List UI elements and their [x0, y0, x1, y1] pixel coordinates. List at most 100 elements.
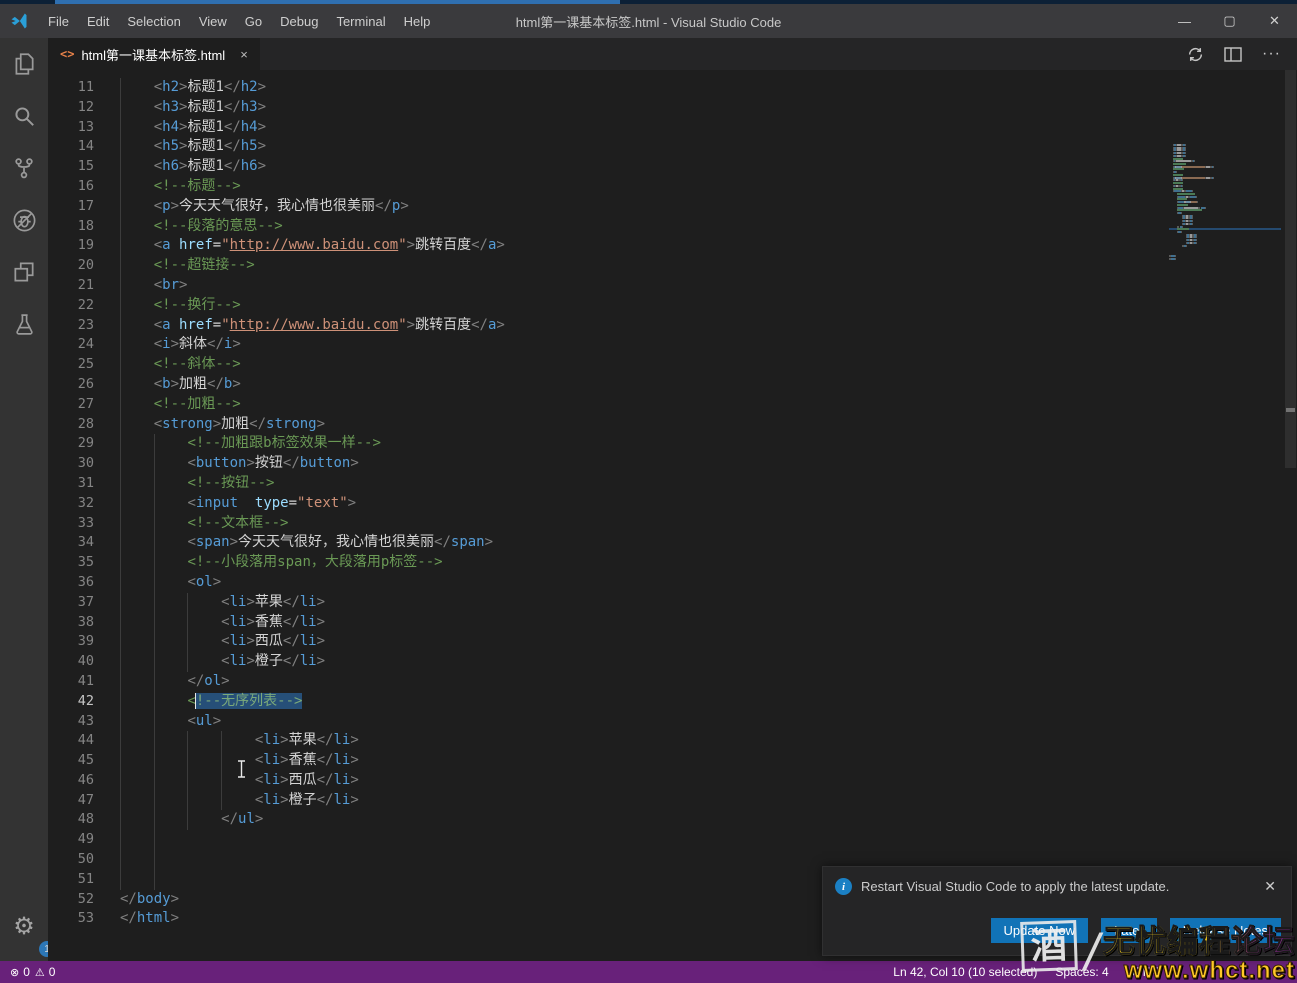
split-editor-icon[interactable]: [1224, 47, 1242, 62]
search-icon[interactable]: [0, 90, 48, 142]
menu-file[interactable]: File: [39, 4, 78, 38]
test-beaker-icon[interactable]: [0, 298, 48, 350]
menu-edit[interactable]: Edit: [78, 4, 118, 38]
tab-bar: <> html第一课基本标签.html × ···: [48, 38, 1297, 70]
code-line[interactable]: 45 <li>香蕉</li>: [48, 751, 1297, 771]
problems-errors[interactable]: ⊗ 0: [10, 965, 30, 979]
code-line[interactable]: 44 <li>苹果</li>: [48, 731, 1297, 751]
code-line[interactable]: 17 <p>今天天气很好，我心情也很美丽</p>: [48, 197, 1297, 217]
code-line[interactable]: 19 <a href="http://www.baidu.com">跳转百度</…: [48, 236, 1297, 256]
code-lines: 11 <h2>标题1</h2>12 <h3>标题1</h3>13 <h4>标题1…: [48, 78, 1297, 929]
code-line[interactable]: 37 <li>苹果</li>: [48, 593, 1297, 613]
code-line[interactable]: 15 <h6>标题1</h6>: [48, 157, 1297, 177]
minimap[interactable]: [1169, 144, 1281, 564]
line-number: 34: [48, 533, 120, 553]
menu-bar: File Edit Selection View Go Debug Termin…: [39, 4, 439, 38]
line-number: 26: [48, 375, 120, 395]
status-bar: ⊗ 0 ⚠ 0 Ln 42, Col 10 (10 selected) Spac…: [0, 961, 1297, 983]
cursor-position[interactable]: Ln 42, Col 10 (10 selected): [893, 965, 1037, 979]
line-number: 46: [48, 771, 120, 791]
debug-icon[interactable]: [0, 194, 48, 246]
encoding[interactable]: UTF-8: [1127, 965, 1161, 979]
explorer-icon[interactable]: [0, 38, 48, 90]
code-line[interactable]: 42 <!--无序列表-->: [48, 692, 1297, 712]
code-line[interactable]: 33 <!--文本框-->: [48, 514, 1297, 534]
code-line[interactable]: 26 <b>加粗</b>: [48, 375, 1297, 395]
line-number: 27: [48, 395, 120, 415]
line-number: 17: [48, 197, 120, 217]
notification-close-icon[interactable]: ✕: [1261, 878, 1279, 895]
code-line[interactable]: 29 <!--加粗跟b标签效果一样-->: [48, 434, 1297, 454]
code-line[interactable]: 43 <ul>: [48, 712, 1297, 732]
later-button[interactable]: Later: [1101, 918, 1157, 943]
line-number: 12: [48, 98, 120, 118]
code-line[interactable]: 49: [48, 830, 1297, 850]
code-line[interactable]: 13 <h4>标题1</h4>: [48, 118, 1297, 138]
code-line[interactable]: 30 <button>按钮</button>: [48, 454, 1297, 474]
more-actions-icon[interactable]: ···: [1262, 45, 1281, 63]
line-number: 19: [48, 236, 120, 256]
line-number: 53: [48, 909, 120, 929]
line-number: 28: [48, 415, 120, 435]
code-line[interactable]: 25 <!--斜体-->: [48, 355, 1297, 375]
menu-help[interactable]: Help: [395, 4, 440, 38]
code-line[interactable]: 22 <!--换行-->: [48, 296, 1297, 316]
indentation[interactable]: Spaces: 4: [1055, 965, 1108, 979]
code-line[interactable]: 41 </ol>: [48, 672, 1297, 692]
code-line[interactable]: 11 <h2>标题1</h2>: [48, 78, 1297, 98]
code-line[interactable]: 23 <a href="http://www.baidu.com">跳转百度</…: [48, 316, 1297, 336]
line-number: 37: [48, 593, 120, 613]
line-number: 33: [48, 514, 120, 534]
code-line[interactable]: 16 <!--标题-->: [48, 177, 1297, 197]
code-line[interactable]: 14 <h5>标题1</h5>: [48, 137, 1297, 157]
code-line[interactable]: 47 <li>橙子</li>: [48, 791, 1297, 811]
tab-close-icon[interactable]: ×: [240, 47, 248, 62]
problems-warnings[interactable]: ⚠ 0: [35, 965, 56, 979]
vscode-window: File Edit Selection View Go Debug Termin…: [0, 0, 1297, 983]
sync-icon[interactable]: [1187, 46, 1204, 63]
minimize-button[interactable]: —: [1162, 4, 1207, 38]
tab-html-file[interactable]: <> html第一课基本标签.html ×: [48, 38, 260, 70]
update-now-button[interactable]: Update Now: [991, 918, 1089, 943]
code-line[interactable]: 39 <li>西瓜</li>: [48, 632, 1297, 652]
code-line[interactable]: 34 <span>今天天气很好，我心情也很美丽</span>: [48, 533, 1297, 553]
menu-go[interactable]: Go: [236, 4, 271, 38]
line-number: 16: [48, 177, 120, 197]
menu-view[interactable]: View: [190, 4, 236, 38]
line-number: 42: [48, 692, 120, 712]
line-number: 25: [48, 355, 120, 375]
code-line[interactable]: 24 <i>斜体</i>: [48, 335, 1297, 355]
code-line[interactable]: 38 <li>香蕉</li>: [48, 613, 1297, 633]
code-line[interactable]: 40 <li>橙子</li>: [48, 652, 1297, 672]
line-number: 51: [48, 870, 120, 890]
menu-selection[interactable]: Selection: [118, 4, 189, 38]
code-line[interactable]: 46 <li>西瓜</li>: [48, 771, 1297, 791]
menu-debug[interactable]: Debug: [271, 4, 327, 38]
code-line[interactable]: 32 <input type="text">: [48, 494, 1297, 514]
code-line[interactable]: 20 <!--超链接-->: [48, 256, 1297, 276]
line-number: 11: [48, 78, 120, 98]
close-button[interactable]: ✕: [1252, 4, 1297, 38]
editor-actions: ···: [1187, 38, 1297, 70]
line-number: 23: [48, 316, 120, 336]
line-number: 21: [48, 276, 120, 296]
source-control-icon[interactable]: [0, 142, 48, 194]
code-line[interactable]: 35 <!--小段落用span，大段落用p标签-->: [48, 553, 1297, 573]
code-line[interactable]: 31 <!--按钮-->: [48, 474, 1297, 494]
code-editor[interactable]: 11 <h2>标题1</h2>12 <h3>标题1</h3>13 <h4>标题1…: [48, 70, 1297, 961]
code-line[interactable]: 36 <ol>: [48, 573, 1297, 593]
code-line[interactable]: 12 <h3>标题1</h3>: [48, 98, 1297, 118]
extensions-icon[interactable]: [0, 246, 48, 298]
code-line[interactable]: 21 <br>: [48, 276, 1297, 296]
feedback-smiley-icon[interactable]: ☺: [1275, 965, 1287, 979]
release-notes-button[interactable]: Release Notes: [1170, 918, 1281, 943]
editor-scrollbar[interactable]: [1284, 70, 1297, 961]
menu-terminal[interactable]: Terminal: [327, 4, 394, 38]
code-line[interactable]: 48 </ul>: [48, 810, 1297, 830]
code-line[interactable]: 18 <!--段落的意思-->: [48, 217, 1297, 237]
settings-gear-icon[interactable]: ⚙ 1: [0, 901, 48, 953]
line-number: 38: [48, 613, 120, 633]
maximize-button[interactable]: ▢: [1207, 4, 1252, 38]
code-line[interactable]: 27 <!--加粗-->: [48, 395, 1297, 415]
code-line[interactable]: 28 <strong>加粗</strong>: [48, 415, 1297, 435]
